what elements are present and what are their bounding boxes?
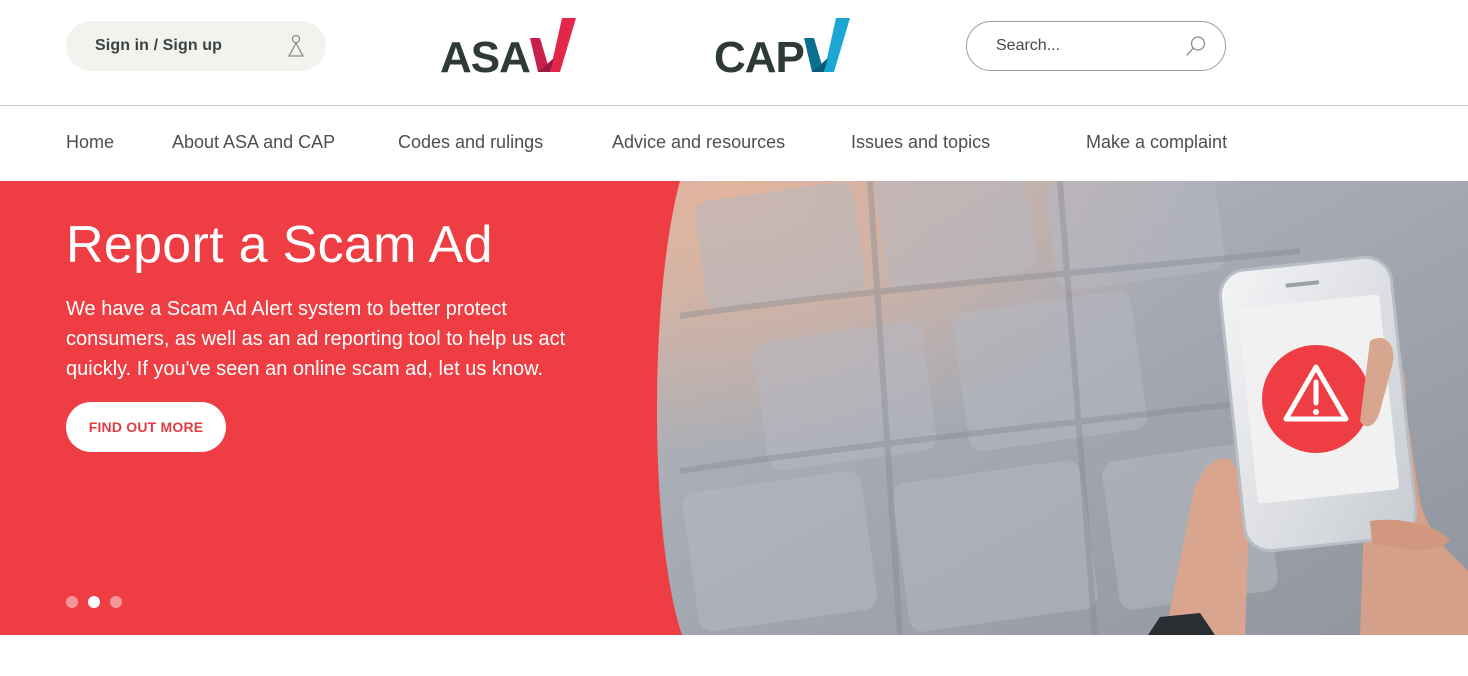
- search-box: [966, 21, 1226, 71]
- nav-home[interactable]: Home: [66, 132, 114, 153]
- nav-about[interactable]: About ASA and CAP: [172, 132, 335, 153]
- find-out-more-button[interactable]: FIND OUT MORE: [66, 402, 226, 452]
- sign-in-button[interactable]: Sign in / Sign up: [66, 21, 326, 71]
- carousel-dot-2[interactable]: [88, 596, 100, 608]
- main-nav: Home About ASA and CAP Codes and rulings…: [0, 107, 1468, 181]
- search-icon[interactable]: [1185, 35, 1207, 57]
- asa-tick-mark: [530, 18, 576, 72]
- nav-advice-resources[interactable]: Advice and resources: [612, 132, 785, 153]
- cap-tick-mark: [804, 18, 850, 72]
- cap-logo[interactable]: CAP: [714, 14, 854, 82]
- search-input[interactable]: [996, 31, 1176, 61]
- site-header: Sign in / Sign up ASA CAP: [0, 0, 1468, 106]
- user-icon: [288, 34, 304, 57]
- hero-title: Report a Scam Ad: [66, 216, 493, 274]
- sign-in-label: Sign in / Sign up: [95, 37, 223, 54]
- carousel-dot-3[interactable]: [110, 596, 122, 608]
- carousel-dot-1[interactable]: [66, 596, 78, 608]
- nav-make-complaint[interactable]: Make a complaint: [1086, 132, 1227, 153]
- nav-codes-rulings[interactable]: Codes and rulings: [398, 132, 543, 153]
- nav-issues-topics[interactable]: Issues and topics: [851, 132, 990, 153]
- asa-logo-text: ASA: [440, 33, 531, 82]
- hero-banner: Report a Scam Ad We have a Scam Ad Alert…: [0, 181, 1468, 635]
- carousel-dots: [66, 596, 122, 608]
- asa-logo[interactable]: ASA: [440, 14, 580, 82]
- cap-logo-text: CAP: [714, 33, 805, 82]
- hero-description: We have a Scam Ad Alert system to better…: [66, 298, 566, 380]
